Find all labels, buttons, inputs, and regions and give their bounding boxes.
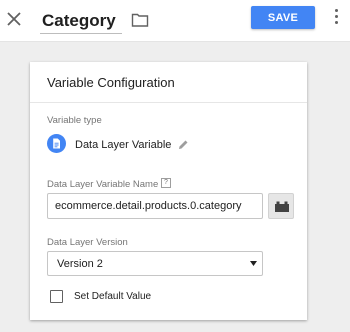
- set-default-value-label[interactable]: Set Default Value: [74, 291, 151, 302]
- variable-configuration-card: Variable Configuration Variable type Dat…: [30, 62, 307, 320]
- dropdown-arrow-icon: [250, 261, 257, 266]
- data-layer-version-value: Version 2: [57, 258, 103, 270]
- variable-name-label: Data Layer Variable Name: [47, 179, 159, 190]
- lego-brick-icon: [275, 201, 289, 212]
- top-bar: Category SAVE: [0, 0, 350, 42]
- card-divider: [30, 102, 307, 103]
- more-vert-icon[interactable]: [333, 9, 339, 27]
- pencil-icon[interactable]: [178, 139, 189, 150]
- variable-name-title[interactable]: Category: [42, 10, 116, 32]
- document-icon: [47, 134, 66, 153]
- variable-type-label: Variable type: [47, 115, 102, 126]
- variable-name-input[interactable]: [47, 193, 263, 219]
- folder-icon[interactable]: [131, 12, 149, 28]
- card-title: Variable Configuration: [47, 75, 175, 90]
- variable-picker-button[interactable]: [268, 193, 294, 219]
- title-underline: [40, 33, 122, 34]
- data-layer-version-select[interactable]: Version 2: [47, 251, 263, 276]
- help-icon[interactable]: ?: [161, 178, 171, 188]
- set-default-value-checkbox[interactable]: [50, 290, 63, 303]
- close-icon[interactable]: [5, 10, 23, 28]
- variable-type-name[interactable]: Data Layer Variable: [75, 139, 171, 151]
- data-layer-version-label: Data Layer Version: [47, 237, 128, 248]
- save-button[interactable]: SAVE: [251, 6, 315, 29]
